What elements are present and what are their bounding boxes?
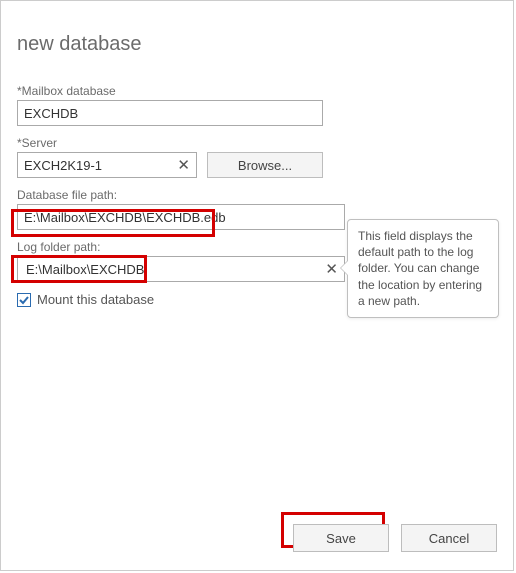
tooltip-text: This field displays the default path to … (358, 229, 482, 308)
log-folder-path-input[interactable] (24, 261, 323, 278)
mount-database-label: Mount this database (37, 292, 154, 307)
mount-database-checkbox[interactable] (17, 293, 31, 307)
server-label: *Server (17, 136, 497, 150)
dialog-title: new database (17, 33, 497, 56)
log-folder-tooltip: This field displays the default path to … (347, 219, 499, 318)
dialog-footer: Save Cancel (281, 524, 497, 552)
mailbox-database-label: *Mailbox database (17, 84, 497, 98)
check-icon (19, 295, 29, 305)
server-input[interactable]: EXCH2K19-1 ✕ (17, 152, 197, 178)
clear-server-icon[interactable]: ✕ (175, 158, 192, 173)
db-file-path-input[interactable] (17, 204, 345, 230)
server-row: EXCH2K19-1 ✕ Browse... (17, 152, 497, 178)
save-button[interactable]: Save (293, 524, 389, 552)
new-database-dialog: new database *Mailbox database *Server E… (0, 0, 514, 571)
cancel-button[interactable]: Cancel (401, 524, 497, 552)
clear-log-path-icon[interactable]: ✕ (323, 262, 340, 277)
server-field: *Server EXCH2K19-1 ✕ Browse... (17, 136, 497, 178)
mailbox-database-field: *Mailbox database (17, 84, 497, 126)
db-file-path-label: Database file path: (17, 188, 497, 202)
tooltip-arrow-icon (340, 260, 348, 276)
mailbox-database-input[interactable] (17, 100, 323, 126)
server-value: EXCH2K19-1 (24, 158, 175, 173)
browse-button[interactable]: Browse... (207, 152, 323, 178)
log-folder-path-input-wrap[interactable]: ✕ (17, 256, 345, 282)
